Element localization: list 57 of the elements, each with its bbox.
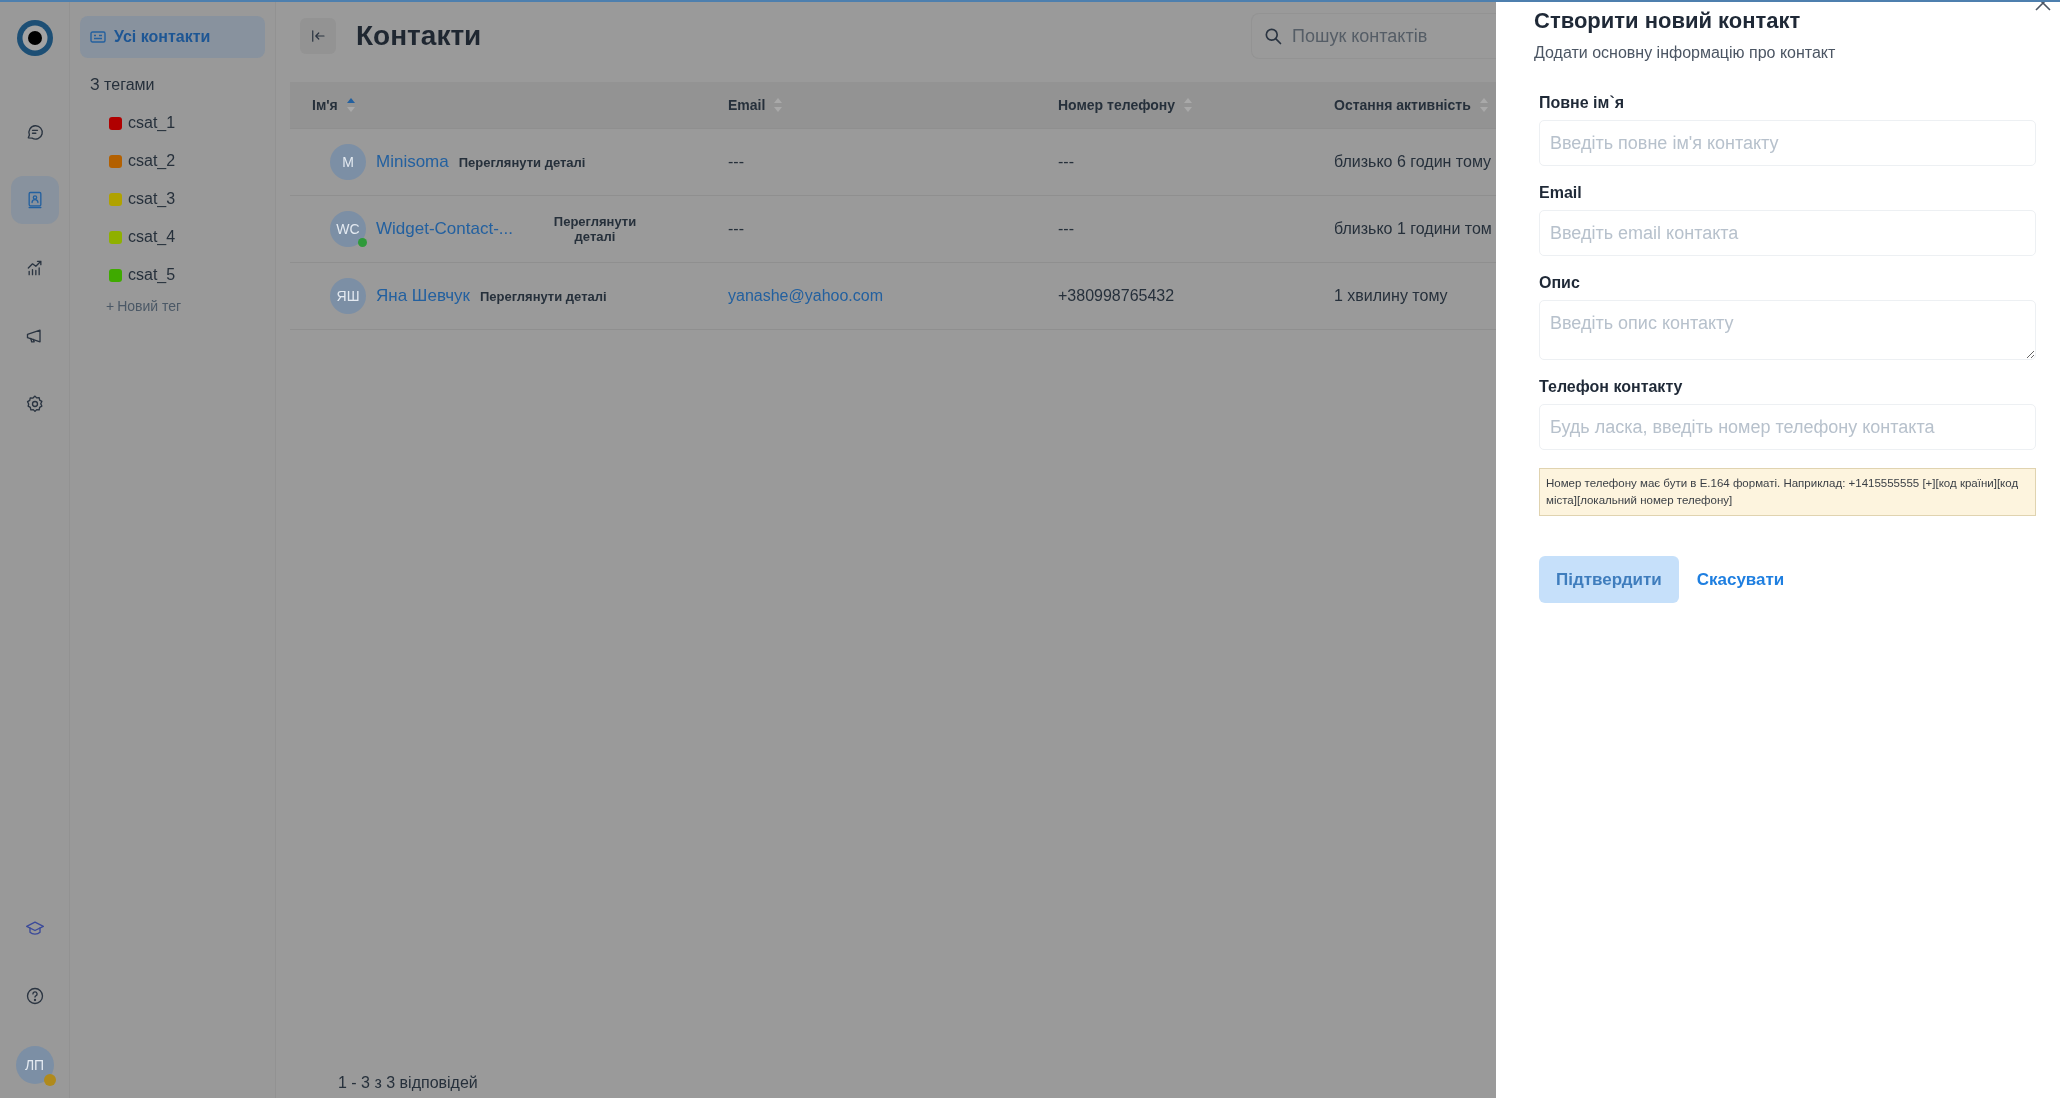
activity-cell-text: близько 1 години том [1333, 220, 1493, 238]
input-field[interactable]: Введіть повне ім'я контакту [1539, 120, 2036, 166]
activity-cell-text: 1 хвилину тому [1333, 287, 1449, 305]
pagination-info: 1 - 3 з 3 відповідей [337, 1074, 479, 1093]
field-label: Опис [1539, 274, 1581, 292]
tag-item[interactable]: csat_4 [128, 228, 176, 246]
phone-format-hint: Номер телефону має бути в E.164 форматі. Наприклад: +1415555555 [+][код країни][код міста][локальний номер телефону] [1539, 468, 2036, 516]
phone-cell-text: +380998765432 [1057, 287, 1176, 305]
column-header: Email [728, 97, 766, 113]
panel-subtitle: Додати основну інформацію про контакт [1534, 44, 1837, 62]
tags-heading: З тегами [90, 76, 156, 94]
contact-name-link[interactable]: Widget-Contact-... [376, 219, 513, 239]
view-details-link[interactable]: Переглянути деталі [458, 154, 586, 170]
online-dot [358, 238, 367, 247]
input-field[interactable]: Введіть email контакта [1539, 210, 2036, 256]
contact-avatar: M [330, 144, 366, 180]
column-header: Номер телефону [1058, 97, 1176, 113]
search-field[interactable]: Пошук контактів [1251, 13, 1496, 59]
page-title: Контакти [356, 20, 483, 52]
email-cell-text: --- [727, 153, 745, 171]
contact-avatar: ЯШ [330, 278, 366, 314]
view-details-link[interactable]: Переглянути деталі [545, 214, 645, 244]
collapse-icon [309, 27, 327, 45]
email-link[interactable]: yanashe@yahoo.com [706, 287, 1036, 305]
nav-button[interactable] [10, 176, 59, 224]
email-cell-text: --- [727, 220, 745, 238]
tag-item[interactable]: csat_2 [128, 152, 176, 170]
contact-name-link[interactable]: Minisoma [376, 152, 449, 172]
phone-cell-text: --- [1057, 220, 1075, 238]
field-label: Телефон контакту [1539, 378, 1684, 396]
contact-name-link[interactable]: Яна Шевчук [376, 286, 470, 306]
help-icon [24, 986, 45, 1006]
sort-icon[interactable] [345, 97, 356, 113]
tag-item[interactable]: csat_5 [128, 266, 176, 284]
input-field[interactable]: Будь ласка, введіть номер телефону контакта [1539, 404, 2036, 450]
contact-avatar: WC [330, 211, 366, 247]
field-label: Повне ім`я [1539, 94, 1626, 112]
phone-cell-text: --- [1057, 153, 1075, 171]
status-dot [43, 1074, 56, 1086]
cancel-button[interactable]: Скасувати [1696, 569, 1785, 590]
settings-icon [24, 394, 45, 414]
tag-item[interactable]: csat_3 [128, 190, 176, 208]
collapse-button[interactable] [300, 18, 336, 54]
activity-cell-text: близько 6 годин тому [1333, 153, 1493, 171]
view-details-link[interactable]: Переглянути деталі [479, 288, 607, 304]
all-contacts-item[interactable]: Усі контакти [80, 16, 265, 58]
column-header: Ім'я [312, 97, 338, 113]
new-tag-link[interactable]: + Новий тег [80, 298, 265, 314]
description-field[interactable]: Введіть опис контакту [1539, 300, 2036, 360]
search-icon [1263, 26, 1283, 46]
user-avatar[interactable]: ЛП [15, 1046, 54, 1084]
field-label: Email [1539, 184, 1583, 202]
panel-title: Створити новий контакт [1534, 8, 1802, 34]
logo[interactable] [14, 18, 55, 58]
tag-item[interactable]: csat_1 [128, 114, 176, 132]
contact-card-icon [90, 31, 106, 43]
column-header: Остання активність [1334, 97, 1471, 113]
